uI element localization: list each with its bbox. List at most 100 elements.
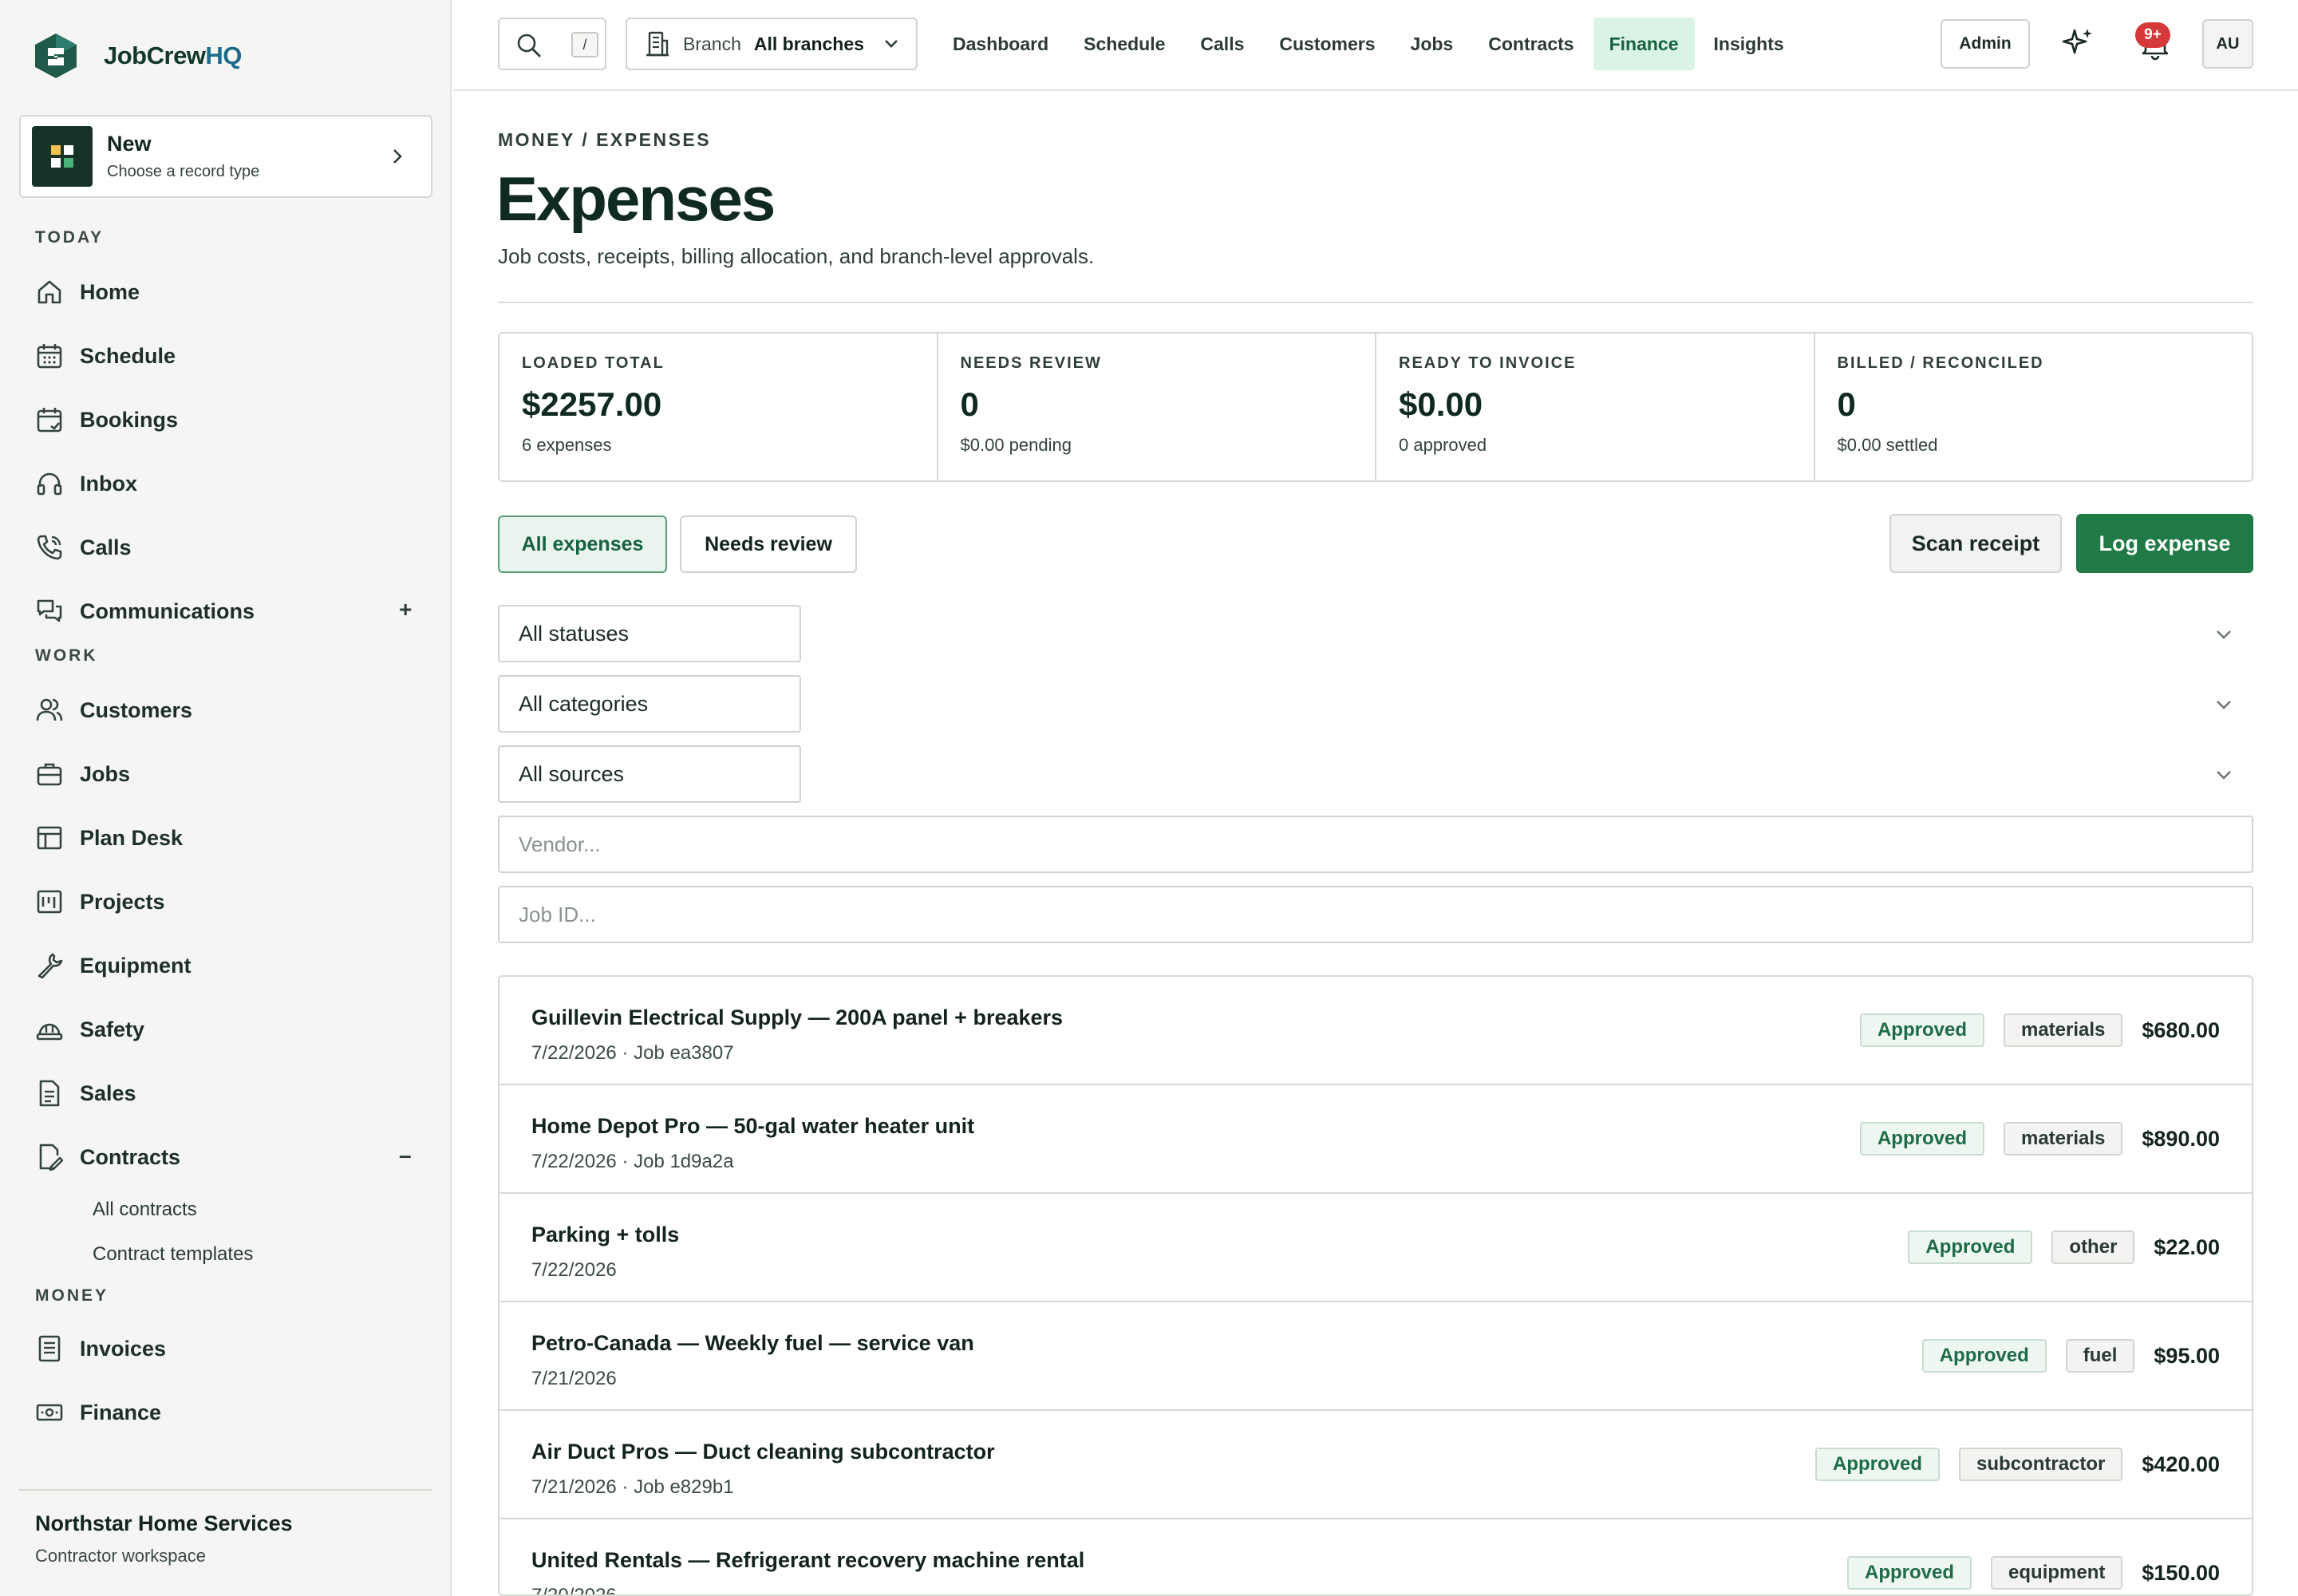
tab-needs-review[interactable]: Needs review <box>680 516 857 573</box>
sidebar-item-jobs[interactable]: Jobs <box>35 755 130 793</box>
sidebar-item-bookings[interactable]: Bookings <box>35 401 178 439</box>
expense-row[interactable]: Parking + tolls 7/22/2026 Approved other… <box>499 1194 2252 1302</box>
page-title: Expenses <box>496 164 776 234</box>
communications-expand-toggle[interactable]: + <box>399 597 412 622</box>
sidebar-item-home[interactable]: Home <box>35 273 140 311</box>
scan-receipt-button[interactable]: Scan receipt <box>1889 514 2062 573</box>
expense-meta: 7/22/2026 · Job ea3807 <box>531 1042 734 1064</box>
home-icon <box>38 280 61 304</box>
category-badge: materials <box>2003 1013 2123 1047</box>
expense-amount: $95.00 <box>2154 1343 2220 1368</box>
sidebar-item-finance[interactable]: Finance <box>35 1393 161 1432</box>
topnav-jobs[interactable]: Jobs <box>1395 18 1470 70</box>
sidebar-item-inbox[interactable]: Inbox <box>35 464 137 503</box>
sidebar-subitem-all-contracts[interactable]: All contracts <box>93 1199 197 1221</box>
source-filter-value: All sources <box>498 745 801 803</box>
admin-button[interactable]: Admin <box>1941 19 2030 69</box>
expense-row[interactable]: Home Depot Pro — 50-gal water heater uni… <box>499 1085 2252 1194</box>
status-badge: Approved <box>1921 1339 2047 1373</box>
expense-meta: 7/21/2026 · Job e829b1 <box>531 1476 734 1498</box>
topnav-customers[interactable]: Customers <box>1263 18 1391 70</box>
status-badge: Approved <box>1859 1122 1984 1156</box>
topnav-dashboard[interactable]: Dashboard <box>937 18 1064 70</box>
expense-row[interactable]: United Rentals — Refrigerant recovery ma… <box>499 1519 2252 1596</box>
building-icon <box>646 31 669 57</box>
chevron-down-icon <box>2217 771 2231 780</box>
expense-row[interactable]: Petro-Canada — Weekly fuel — service van… <box>499 1302 2252 1411</box>
status-badge: Approved <box>1815 1448 1941 1481</box>
category-badge: other <box>2051 1231 2135 1264</box>
tab-all-expenses[interactable]: All expenses <box>498 516 667 573</box>
contracts-collapse-toggle[interactable]: – <box>399 1143 412 1168</box>
topnav-finance[interactable]: Finance <box>1593 18 1695 70</box>
sidebar-item-projects[interactable]: Projects <box>35 883 165 921</box>
topnav-calls[interactable]: Calls <box>1184 18 1260 70</box>
new-subtitle: Choose a record type <box>107 163 260 180</box>
stat-billed-reconciled: BILLED / RECONCILED 0 $0.00 settled <box>1837 354 2044 455</box>
status-filter-value: All statuses <box>498 605 801 662</box>
chevron-down-icon <box>2217 630 2231 639</box>
sidebar-item-calls[interactable]: Calls <box>35 528 132 567</box>
sidebar: JobCrewHQ New Choose a record type TODAY… <box>0 0 452 1596</box>
stats-panel: LOADED TOTAL $2257.00 6 expenses NEEDS R… <box>498 332 2253 482</box>
sparkle-icon[interactable] <box>2060 26 2095 61</box>
expense-title: Petro-Canada — Weekly fuel — service van <box>531 1331 974 1355</box>
wrench-icon <box>38 953 63 979</box>
expense-amount: $890.00 <box>2142 1126 2220 1151</box>
users-icon <box>36 698 63 721</box>
stat-ready-to-invoice: READY TO INVOICE $0.00 0 approved <box>1376 334 1815 480</box>
sidebar-item-sales[interactable]: Sales <box>35 1074 136 1112</box>
sidebar-item-invoices[interactable]: Invoices <box>35 1329 166 1368</box>
new-record-button[interactable]: New Choose a record type <box>19 115 432 198</box>
sidebar-item-contracts[interactable]: Contracts <box>35 1138 180 1176</box>
branch-value: All branches <box>753 33 864 54</box>
topnav-insights[interactable]: Insights <box>1698 18 1800 70</box>
job-id-input[interactable] <box>498 886 2253 943</box>
stat-needs-review: NEEDS REVIEW 0 $0.00 pending <box>938 334 1376 480</box>
contract-pen-icon <box>39 1144 64 1171</box>
logo-icon <box>35 34 77 78</box>
briefcase-icon <box>37 763 62 786</box>
vendor-input[interactable] <box>498 816 2253 873</box>
status-badge: Approved <box>1908 1231 2033 1264</box>
expense-title: United Rentals — Refrigerant recovery ma… <box>531 1548 1085 1572</box>
branch-selector[interactable]: Branch All branches <box>626 18 918 70</box>
category-filter-select[interactable]: All categories <box>498 675 2253 733</box>
chat-bubbles-icon <box>37 599 62 622</box>
sidebar-subitem-contract-templates[interactable]: Contract templates <box>93 1243 253 1266</box>
sidebar-item-equipment[interactable]: Equipment <box>35 946 192 985</box>
expense-meta: 7/20/2026 <box>531 1585 617 1596</box>
sidebar-item-plan-desk[interactable]: Plan Desk <box>35 819 183 857</box>
banknote-icon <box>36 1404 63 1421</box>
category-filter-value: All categories <box>498 675 801 733</box>
sidebar-item-customers[interactable]: Customers <box>35 691 192 729</box>
search-button[interactable]: / <box>498 18 606 70</box>
expense-title: Air Duct Pros — Duct cleaning subcontrac… <box>531 1440 995 1464</box>
source-filter-select[interactable]: All sources <box>498 745 2253 803</box>
divider <box>498 302 2253 303</box>
topnav-schedule[interactable]: Schedule <box>1068 18 1181 70</box>
sidebar-item-communications[interactable]: Communications <box>35 592 255 630</box>
expense-amount: $680.00 <box>2142 1017 2220 1042</box>
chevron-down-icon <box>2217 701 2231 709</box>
grid-icon <box>32 126 93 187</box>
calendar-grid-icon <box>37 344 62 369</box>
status-badge: Approved <box>1847 1556 1972 1590</box>
expense-amount: $22.00 <box>2154 1235 2220 1259</box>
stat-loaded-total: LOADED TOTAL $2257.00 6 expenses <box>499 334 938 480</box>
brand-name: JobCrewHQ <box>104 41 242 69</box>
sidebar-item-schedule[interactable]: Schedule <box>35 337 176 375</box>
category-badge: fuel <box>2065 1339 2135 1373</box>
topnav-contracts[interactable]: Contracts <box>1472 18 1589 70</box>
expense-title: Home Depot Pro — 50-gal water heater uni… <box>531 1114 975 1138</box>
expense-row[interactable]: Air Duct Pros — Duct cleaning subcontrac… <box>499 1411 2252 1519</box>
expense-row[interactable]: Guillevin Electrical Supply — 200A panel… <box>499 977 2252 1085</box>
workspace-switcher[interactable]: Northstar Home Services Contractor works… <box>19 1489 432 1566</box>
category-badge: subcontractor <box>1959 1448 2123 1481</box>
section-today: TODAY <box>35 228 105 247</box>
brand[interactable]: JobCrewHQ <box>32 32 242 80</box>
sidebar-item-safety[interactable]: Safety <box>35 1010 144 1049</box>
status-filter-select[interactable]: All statuses <box>498 605 2253 662</box>
avatar[interactable]: AU <box>2202 19 2253 69</box>
log-expense-button[interactable]: Log expense <box>2076 514 2253 573</box>
